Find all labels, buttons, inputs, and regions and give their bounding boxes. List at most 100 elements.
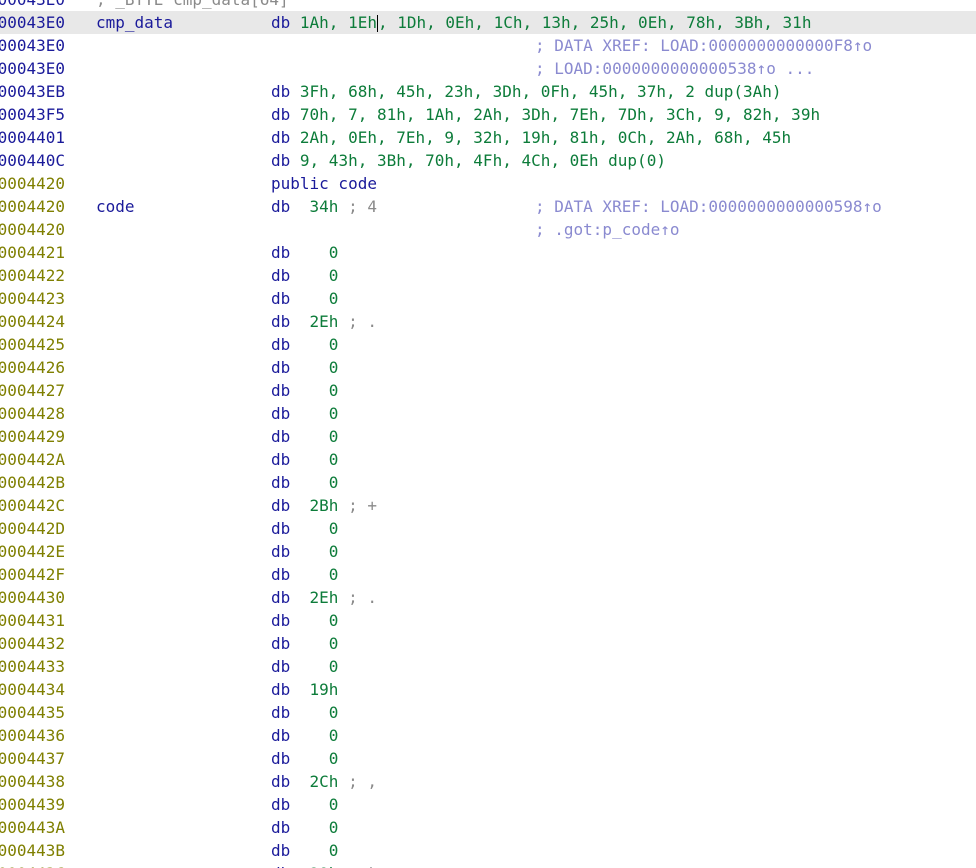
address[interactable]: 00004420 [0, 218, 65, 241]
instruction[interactable]: db 0 [271, 747, 338, 770]
address[interactable]: 0000443A [0, 816, 65, 839]
instruction[interactable]: db 1Ah, 1Eh, 1Dh, 0Eh, 1Ch, 13h, 25h, 0E… [271, 11, 811, 34]
listing-line[interactable]: 00004422 db 0 [0, 264, 976, 287]
instruction[interactable]: db 2Ah, 0Eh, 7Eh, 9, 32h, 19h, 81h, 0Ch,… [271, 126, 791, 149]
listing-line[interactable]: 000043F5 db 70h, 7, 81h, 1Ah, 2Ah, 3Dh, 7… [0, 103, 976, 126]
label[interactable]: code [96, 195, 135, 218]
listing-line[interactable]: 0000443C db 29h ; ) [0, 862, 976, 868]
listing-line[interactable]: 0000443B db 0 [0, 839, 976, 862]
instruction[interactable]: db 0 [271, 356, 338, 379]
instruction[interactable]: db 0 [271, 563, 338, 586]
listing-line[interactable]: 00004423 db 0 [0, 287, 976, 310]
xref-comment[interactable]: ; LOAD:0000000000000538↑o ... [535, 57, 814, 80]
listing-line[interactable]: 00004426 db 0 [0, 356, 976, 379]
listing-line[interactable]: 00004430 db 2Eh ; . [0, 586, 976, 609]
address[interactable]: 00004438 [0, 770, 65, 793]
instruction[interactable]: db 0 [271, 425, 338, 448]
address[interactable]: 00004424 [0, 310, 65, 333]
listing-line[interactable]: 000043E0 ; LOAD:0000000000000538↑o ... [0, 57, 976, 80]
address[interactable]: 00004420 [0, 195, 65, 218]
instruction[interactable]: db 0 [271, 839, 338, 862]
listing-line[interactable]: 00004437 db 0 [0, 747, 976, 770]
listing-line[interactable]: 00004431 db 0 [0, 609, 976, 632]
listing-line[interactable]: 00004424 db 2Eh ; . [0, 310, 976, 333]
instruction[interactable]: db 9, 43h, 3Bh, 70h, 4Fh, 4Ch, 0Eh dup(0… [271, 149, 666, 172]
instruction[interactable]: db 0 [271, 816, 338, 839]
address[interactable]: 00004435 [0, 701, 65, 724]
listing-line[interactable]: 00004420 ; .got:p_code↑o [0, 218, 976, 241]
instruction[interactable]: db 34h ; 4 [271, 195, 377, 218]
address[interactable]: 0000440C [0, 149, 65, 172]
listing-line[interactable]: 00004401 db 2Ah, 0Eh, 7Eh, 9, 32h, 19h, 8… [0, 126, 976, 149]
address[interactable]: 0000443B [0, 839, 65, 862]
instruction[interactable]: db 0 [271, 793, 338, 816]
address[interactable]: 00004427 [0, 379, 65, 402]
address[interactable]: 000043EB [0, 80, 65, 103]
address[interactable]: 000043E0 [0, 11, 65, 34]
address[interactable]: 0000442D [0, 517, 65, 540]
label[interactable]: cmp_data [96, 11, 173, 34]
address[interactable]: 000043E0 [0, 34, 65, 57]
instruction[interactable]: db 0 [271, 471, 338, 494]
instruction[interactable]: db 0 [271, 287, 338, 310]
listing-header-line[interactable]: 000043E0 ; _BYTE cmp_data[64] [0, 0, 976, 11]
instruction[interactable]: db 0 [271, 402, 338, 425]
instruction[interactable]: db 0 [271, 701, 338, 724]
instruction[interactable]: db 0 [271, 264, 338, 287]
listing-line[interactable]: 0000442A db 0 [0, 448, 976, 471]
address[interactable]: 000043F5 [0, 103, 65, 126]
address[interactable]: 00004430 [0, 586, 65, 609]
listing-line[interactable]: 00004433 db 0 [0, 655, 976, 678]
listing-line[interactable]: 00004427 db 0 [0, 379, 976, 402]
listing-line[interactable]: 00004425 db 0 [0, 333, 976, 356]
instruction[interactable]: db 0 [271, 655, 338, 678]
listing-line[interactable]: 000043EB db 3Fh, 68h, 45h, 23h, 3Dh, 0Fh,… [0, 80, 976, 103]
listing-line[interactable]: 00004429 db 0 [0, 425, 976, 448]
address[interactable]: 00004425 [0, 333, 65, 356]
listing-line[interactable]: 0000442F db 0 [0, 563, 976, 586]
listing-line[interactable]: 00004434 db 19h [0, 678, 976, 701]
instruction[interactable]: db 29h ; ) [271, 862, 377, 868]
listing-line[interactable]: 0000442B db 0 [0, 471, 976, 494]
instruction[interactable]: public code [271, 172, 377, 195]
address[interactable]: 0000442A [0, 448, 65, 471]
instruction[interactable]: db 0 [271, 632, 338, 655]
listing-line[interactable]: 0000442D db 0 [0, 517, 976, 540]
instruction[interactable]: db 0 [271, 241, 338, 264]
address[interactable]: 00004437 [0, 747, 65, 770]
address[interactable]: 00004428 [0, 402, 65, 425]
listing-line[interactable]: 00004428 db 0 [0, 402, 976, 425]
listing-line[interactable]: 00004420 code db 34h ; 4 ; DATA XREF: LOAD:… [0, 195, 976, 218]
listing-line[interactable]: 0000442E db 0 [0, 540, 976, 563]
listing-line[interactable]: 0000440C db 9, 43h, 3Bh, 70h, 4Fh, 4Ch, 0… [0, 149, 976, 172]
address[interactable]: 00004434 [0, 678, 65, 701]
disassembly-view[interactable]: 000043E0 ; _BYTE cmp_data[64] 000043E0 cmp_… [0, 0, 976, 868]
address[interactable]: 00004436 [0, 724, 65, 747]
listing-line[interactable]: 0000443A db 0 [0, 816, 976, 839]
address[interactable]: 0000442E [0, 540, 65, 563]
instruction[interactable]: db 0 [271, 333, 338, 356]
listing-line[interactable]: 00004439 db 0 [0, 793, 976, 816]
address[interactable]: 00004439 [0, 793, 65, 816]
listing-line[interactable]: 00004420 public code [0, 172, 976, 195]
address[interactable]: 00004432 [0, 632, 65, 655]
xref-comment[interactable]: ; .got:p_code↑o [535, 218, 680, 241]
instruction[interactable]: db 0 [271, 609, 338, 632]
address[interactable]: 00004420 [0, 172, 65, 195]
listing-line[interactable]: 000043E0 cmp_data db 1Ah, 1Eh, 1Dh, 0Eh, 1… [0, 11, 976, 34]
instruction[interactable]: db 2Eh ; . [271, 586, 377, 609]
listing-line[interactable]: 000043E0 ; DATA XREF: LOAD:0000000000000F… [0, 34, 976, 57]
xref-comment[interactable]: ; DATA XREF: LOAD:0000000000000598↑o [535, 195, 882, 218]
address[interactable]: 00004431 [0, 609, 65, 632]
instruction[interactable]: db 0 [271, 517, 338, 540]
listing-line[interactable]: 00004421 db 0 [0, 241, 976, 264]
instruction[interactable]: db 0 [271, 540, 338, 563]
address[interactable]: 0000443C [0, 862, 65, 868]
instruction[interactable]: db 3Fh, 68h, 45h, 23h, 3Dh, 0Fh, 45h, 37… [271, 80, 782, 103]
instruction[interactable]: db 0 [271, 724, 338, 747]
address[interactable]: 0000442C [0, 494, 65, 517]
address[interactable]: 00004433 [0, 655, 65, 678]
address[interactable]: 0000442B [0, 471, 65, 494]
instruction[interactable]: db 2Bh ; + [271, 494, 377, 517]
instruction[interactable]: db 2Ch ; , [271, 770, 377, 793]
